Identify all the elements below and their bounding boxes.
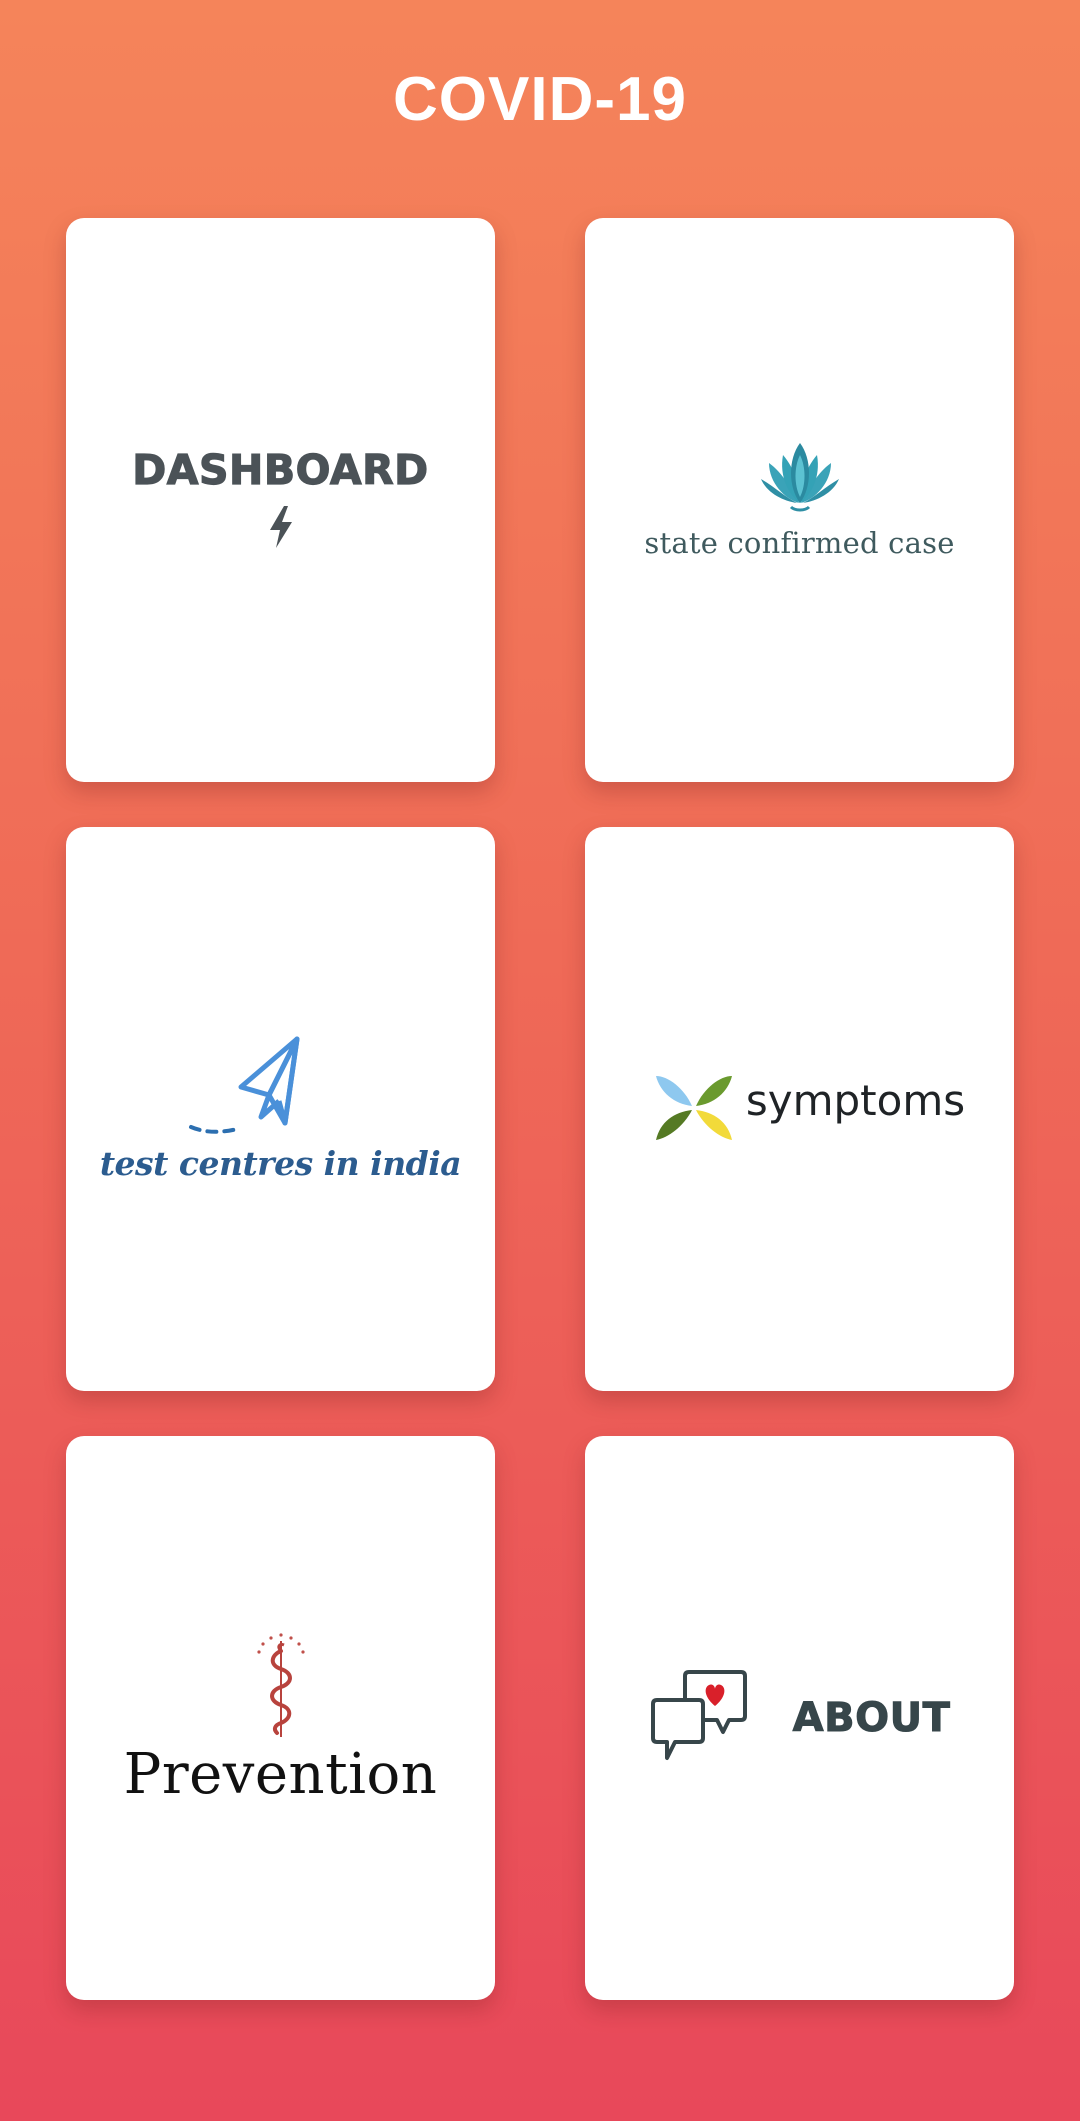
prevention-card[interactable]: Prevention: [66, 1436, 495, 2000]
menu-grid: DASHBOARD state confirmed case test cent…: [66, 218, 1014, 2000]
state-confirmed-label: state confirmed case: [644, 525, 955, 560]
state-confirmed-card[interactable]: state confirmed case: [585, 218, 1014, 782]
chat-bubbles-heart-icon: [649, 1666, 749, 1771]
about-label: ABOUT: [792, 1695, 951, 1742]
dashboard-card[interactable]: DASHBOARD: [66, 218, 495, 782]
symptoms-logo: symptoms: [654, 1070, 965, 1149]
lotus-icon: [755, 441, 845, 520]
test-centres-card[interactable]: test centres in india: [66, 827, 495, 1391]
caduceus-snake-icon: [251, 1629, 311, 1746]
dashboard-label: DASHBOARD: [132, 445, 429, 494]
symptoms-card[interactable]: symptoms: [585, 827, 1014, 1391]
app-title: COVID-19: [393, 65, 687, 134]
lightning-bolt-icon: [266, 504, 296, 555]
four-leaves-icon: [654, 1070, 734, 1149]
about-logo: ABOUT: [649, 1666, 951, 1771]
test-centres-label: test centres in india: [99, 1144, 462, 1183]
paper-plane-icon: [181, 1035, 381, 1144]
about-card[interactable]: ABOUT: [585, 1436, 1014, 2000]
prevention-label: Prevention: [123, 1742, 438, 1807]
symptoms-label: symptoms: [745, 1075, 966, 1125]
